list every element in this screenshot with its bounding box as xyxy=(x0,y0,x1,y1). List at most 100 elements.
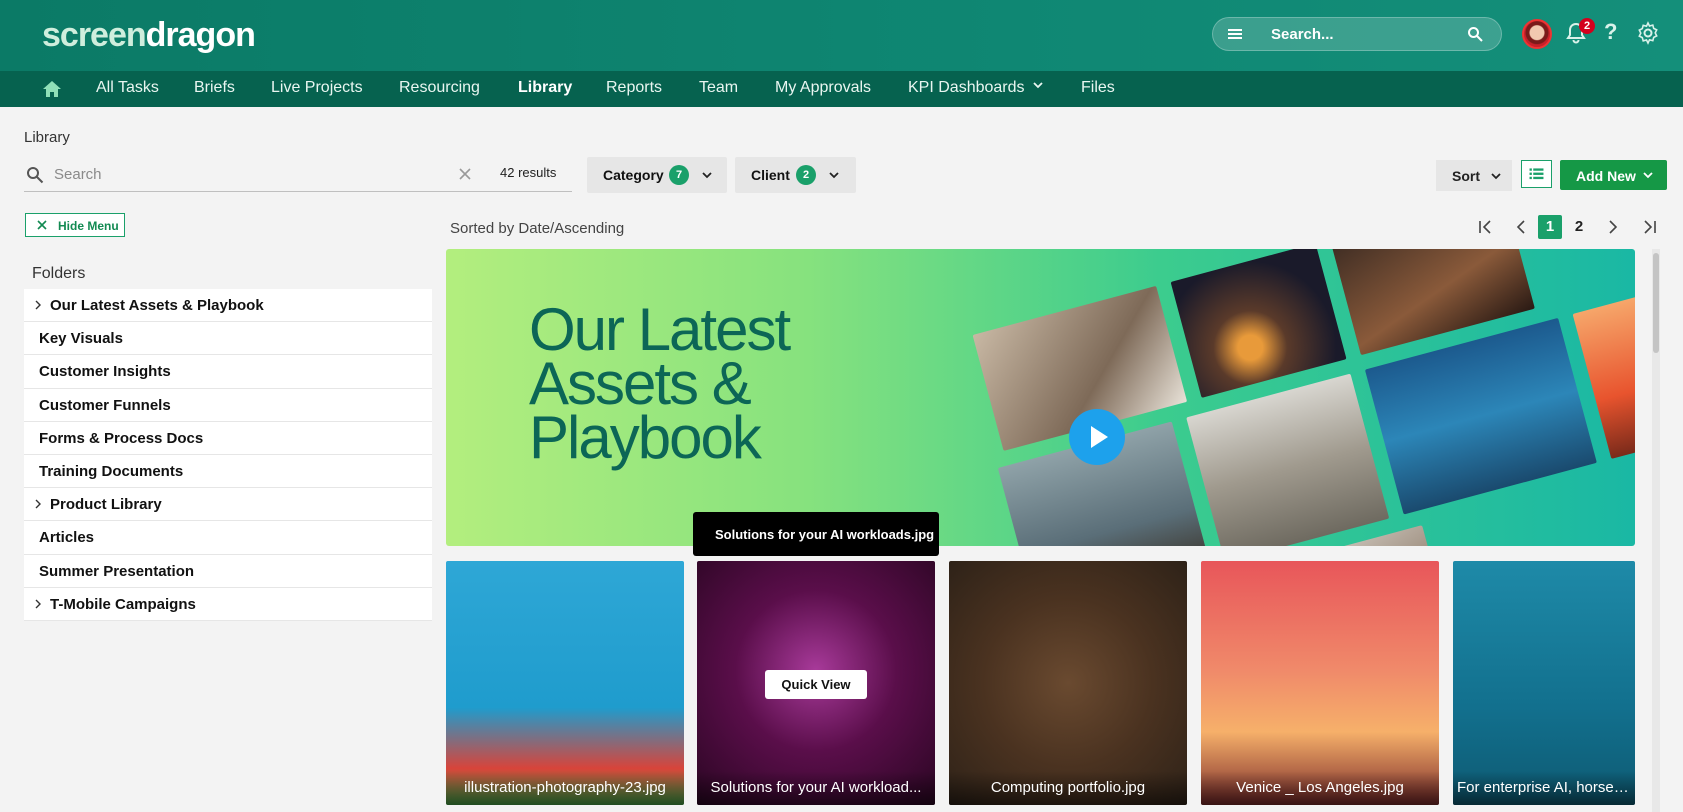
folder-item[interactable]: Customer Insights xyxy=(24,355,432,389)
last-page-icon[interactable] xyxy=(1642,219,1658,235)
play-video-button[interactable] xyxy=(1069,409,1125,465)
asset-card[interactable]: For enterprise AI, horsepower xyxy=(1453,561,1635,805)
chevron-right-icon[interactable] xyxy=(34,300,42,310)
results-scrollbar[interactable] xyxy=(1652,249,1660,812)
page-1-button[interactable]: 1 xyxy=(1538,215,1562,239)
user-avatar[interactable] xyxy=(1522,19,1552,49)
asset-card-caption: Computing portfolio.jpg xyxy=(949,771,1187,805)
sort-button-label: Sort xyxy=(1452,168,1480,184)
category-filter[interactable]: Category 7 xyxy=(587,157,727,193)
top-header: screendragon Search... 2 ? xyxy=(0,0,1683,71)
help-icon[interactable]: ? xyxy=(1604,19,1617,45)
client-filter-label: Client xyxy=(751,167,790,183)
nav-my-approvals[interactable]: My Approvals xyxy=(775,79,871,97)
folder-item[interactable]: T-Mobile Campaigns xyxy=(24,588,432,621)
list-icon xyxy=(1529,168,1544,180)
asset-card-caption: Solutions for your AI workload... xyxy=(697,771,935,805)
notification-badge: 2 xyxy=(1579,18,1595,34)
nav-all-tasks[interactable]: All Tasks xyxy=(96,79,159,97)
nav-reports[interactable]: Reports xyxy=(606,79,662,97)
nav-resourcing[interactable]: Resourcing xyxy=(399,79,480,97)
results-count: 42 results xyxy=(500,165,557,180)
featured-folder-banner[interactable]: Our Latest Assets & Playbook xyxy=(446,249,1635,546)
quick-view-button[interactable]: Quick View xyxy=(765,670,867,699)
asset-card[interactable]: illustration-photography-23.jpg xyxy=(446,561,684,805)
category-filter-label: Category xyxy=(603,167,664,183)
folder-name: Forms & Process Docs xyxy=(39,429,204,447)
add-new-button[interactable]: Add New xyxy=(1560,160,1667,190)
folders-title: Folders xyxy=(32,265,86,282)
asset-card[interactable]: Computing portfolio.jpg xyxy=(949,561,1187,805)
chevron-down-icon xyxy=(702,172,712,179)
folder-item[interactable]: Key Visuals xyxy=(24,322,432,356)
chevron-down-icon xyxy=(1491,173,1501,180)
global-search-placeholder: Search... xyxy=(1271,26,1334,43)
nav-library[interactable]: Library xyxy=(518,79,572,97)
home-icon[interactable] xyxy=(42,80,62,98)
close-icon xyxy=(37,220,47,230)
search-icon xyxy=(27,167,44,184)
folder-item[interactable]: Our Latest Assets & Playbook xyxy=(24,289,432,323)
folder-item[interactable]: Summer Presentation xyxy=(24,555,432,588)
menu-icon[interactable] xyxy=(1227,26,1243,42)
page-2-button[interactable]: 2 xyxy=(1567,215,1591,239)
hide-menu-button[interactable]: Hide Menu xyxy=(25,213,125,237)
folder-item[interactable]: Forms & Process Docs xyxy=(24,422,432,455)
asset-card[interactable]: Quick View Solutions for your AI workloa… xyxy=(697,561,935,805)
asset-card-caption: illustration-photography-23.jpg xyxy=(446,771,684,805)
logo-text-part2: dragon xyxy=(145,16,256,54)
folder-item[interactable]: Articles xyxy=(24,521,432,555)
folder-list: Our Latest Assets & Playbook Key Visuals… xyxy=(24,289,432,621)
folder-item[interactable]: Product Library xyxy=(24,488,432,522)
category-count-badge: 7 xyxy=(669,165,689,185)
previous-page-icon[interactable] xyxy=(1513,219,1529,235)
list-view-toggle[interactable] xyxy=(1521,160,1552,188)
nav-team[interactable]: Team xyxy=(699,79,738,97)
folder-name: Customer Insights xyxy=(39,363,171,381)
hide-menu-label: Hide Menu xyxy=(58,219,119,233)
banner-photo-collage xyxy=(924,249,1635,546)
folder-name: Product Library xyxy=(50,496,162,514)
folder-name: Customer Funnels xyxy=(39,396,171,414)
breadcrumb: Library xyxy=(24,129,70,146)
nav-live-projects[interactable]: Live Projects xyxy=(271,79,363,97)
sort-button[interactable]: Sort xyxy=(1436,160,1512,191)
folder-item[interactable]: Training Documents xyxy=(24,455,432,489)
search-icon[interactable] xyxy=(1467,26,1483,42)
tooltip-text: Solutions for your AI workloads.jpg xyxy=(715,527,935,542)
add-new-label: Add New xyxy=(1576,168,1636,184)
chevron-right-icon[interactable] xyxy=(34,599,42,609)
banner-title: Our Latest Assets & Playbook xyxy=(529,296,791,471)
first-page-icon[interactable] xyxy=(1477,219,1493,235)
library-search[interactable]: Search 42 results xyxy=(24,160,572,192)
client-count-badge: 2 xyxy=(796,165,816,185)
folder-name: Training Documents xyxy=(39,462,184,480)
chevron-down-icon xyxy=(829,172,839,179)
folder-name: Our Latest Assets & Playbook xyxy=(50,297,264,314)
sort-status: Sorted by Date/Ascending xyxy=(450,220,625,237)
play-icon xyxy=(1091,426,1108,448)
scrollbar-thumb[interactable] xyxy=(1653,253,1659,353)
folder-name: Articles xyxy=(39,529,95,547)
folder-name: Summer Presentation xyxy=(39,562,195,580)
clear-icon[interactable] xyxy=(458,167,472,181)
screendragon-logo[interactable]: screendragon xyxy=(42,16,256,55)
asset-card-caption: For enterprise AI, horsepower xyxy=(1453,771,1635,805)
library-search-input[interactable]: Search xyxy=(54,166,102,183)
next-page-icon[interactable] xyxy=(1605,219,1621,235)
chevron-right-icon[interactable] xyxy=(34,499,42,509)
client-filter[interactable]: Client 2 xyxy=(735,157,856,193)
nav-files[interactable]: Files xyxy=(1081,79,1115,97)
nav-briefs[interactable]: Briefs xyxy=(194,79,235,97)
global-search-bar[interactable]: Search... xyxy=(1212,17,1502,51)
chevron-down-icon xyxy=(1643,172,1653,179)
asset-card[interactable]: Venice _ Los Angeles.jpg xyxy=(1201,561,1439,805)
folder-item[interactable]: Customer Funnels xyxy=(24,389,432,422)
folder-name: Key Visuals xyxy=(39,330,123,348)
nav-kpi-dashboards-label: KPI Dashboards xyxy=(908,79,1025,96)
asset-card-caption: Venice _ Los Angeles.jpg xyxy=(1201,771,1439,805)
nav-kpi-dashboards[interactable]: KPI Dashboards xyxy=(908,79,1043,97)
logo-text-part1: screen xyxy=(42,16,147,54)
asset-tooltip: Solutions for your AI workloads.jpg xyxy=(693,512,939,556)
gear-icon[interactable] xyxy=(1636,21,1660,45)
